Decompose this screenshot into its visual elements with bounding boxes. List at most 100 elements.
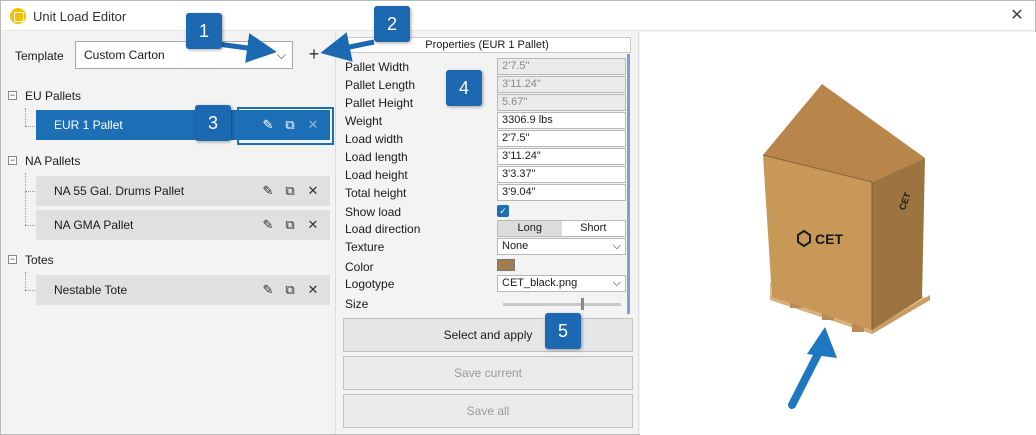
row-load-direction: Load direction Long Short bbox=[345, 220, 626, 237]
field-label: Color bbox=[345, 260, 374, 274]
callout-badge-2: 2 bbox=[374, 6, 410, 42]
item-label: EUR 1 Pallet bbox=[54, 118, 123, 132]
row-size: Size bbox=[345, 295, 625, 312]
save-all-button[interactable]: Save all bbox=[343, 394, 633, 428]
edit-icon[interactable]: ✎ bbox=[260, 216, 276, 234]
field-label: Show load bbox=[345, 205, 402, 219]
template-value: Custom Carton bbox=[84, 48, 165, 62]
close-icon[interactable]: ✕ bbox=[1007, 6, 1027, 26]
collapse-icon[interactable]: − bbox=[8, 156, 17, 165]
color-swatch[interactable] bbox=[497, 259, 515, 271]
field-label: Total height bbox=[345, 186, 407, 200]
collapse-icon[interactable]: − bbox=[8, 255, 17, 264]
row-pallet-width: Pallet Width 2'7.5" bbox=[345, 58, 626, 75]
row-show-load: Show load ✓ bbox=[345, 203, 625, 220]
load-width-field[interactable]: 2'7.5" bbox=[497, 130, 626, 147]
properties-panel: Properties (EUR 1 Pallet) Pallet Width 2… bbox=[337, 32, 639, 434]
callout-badge-3: 3 bbox=[195, 105, 231, 141]
template-label: Template bbox=[15, 49, 64, 63]
field-label: Pallet Length bbox=[345, 78, 416, 92]
save-current-button[interactable]: Save current bbox=[343, 356, 633, 390]
load-height-field[interactable]: 3'3.37" bbox=[497, 166, 626, 183]
logotype-value: CET_black.png bbox=[502, 277, 578, 289]
window-title: Unit Load Editor bbox=[33, 9, 127, 24]
list-item-na-gma[interactable]: NA GMA Pallet ✎ ⧉ ✕ bbox=[36, 210, 330, 240]
weight-field[interactable]: 3306.9 lbs bbox=[497, 112, 626, 129]
field-label: Logotype bbox=[345, 277, 395, 291]
load-length-field[interactable]: 3'11.24" bbox=[497, 148, 626, 165]
item-actions-highlight bbox=[237, 107, 334, 145]
callout-arrow bbox=[788, 346, 824, 409]
texture-dropdown[interactable]: None ⌵ bbox=[497, 238, 626, 255]
item-label: NA GMA Pallet bbox=[54, 218, 134, 232]
title-bar: Unit Load Editor ✕ bbox=[1, 1, 1035, 31]
chevron-down-icon: ⌵ bbox=[612, 277, 621, 289]
row-total-height: Total height 3'9.04" bbox=[345, 184, 626, 201]
pallet-width-field: 2'7.5" bbox=[497, 58, 626, 75]
row-logotype: Logotype CET_black.png ⌵ bbox=[345, 275, 626, 292]
group-label: EU Pallets bbox=[25, 89, 82, 103]
preview-panel[interactable]: CET CET bbox=[640, 32, 1036, 435]
size-slider-thumb[interactable] bbox=[581, 298, 584, 310]
chevron-down-icon: ⌵ bbox=[276, 48, 286, 62]
group-label: Totes bbox=[25, 253, 54, 267]
logotype-dropdown[interactable]: CET_black.png ⌵ bbox=[497, 275, 626, 292]
duplicate-icon[interactable]: ⧉ bbox=[282, 216, 298, 234]
load-direction-toggle[interactable]: Long Short bbox=[497, 220, 626, 237]
callout-badge-1: 1 bbox=[186, 13, 222, 49]
delete-icon[interactable]: ✕ bbox=[305, 281, 321, 299]
show-load-checkbox[interactable]: ✓ bbox=[497, 205, 509, 217]
size-slider[interactable] bbox=[503, 303, 621, 306]
row-texture: Texture None ⌵ bbox=[345, 238, 626, 255]
duplicate-icon[interactable]: ⧉ bbox=[282, 281, 298, 299]
delete-icon[interactable]: ✕ bbox=[305, 182, 321, 200]
template-panel: Template Custom Carton ⌵ + − EU Pallets … bbox=[2, 32, 336, 434]
row-color: Color bbox=[345, 258, 625, 275]
list-item-nestable-tote[interactable]: Nestable Tote ✎ ⧉ ✕ bbox=[36, 275, 330, 305]
tree-connector bbox=[25, 173, 26, 225]
chevron-down-icon: ⌵ bbox=[612, 240, 621, 252]
direction-long-option[interactable]: Long bbox=[498, 221, 562, 236]
cet-logo-text: CET bbox=[815, 231, 843, 247]
field-label: Texture bbox=[345, 240, 385, 254]
row-load-width: Load width 2'7.5" bbox=[345, 130, 626, 147]
texture-value: None bbox=[502, 240, 529, 252]
row-load-height: Load height 3'3.37" bbox=[345, 166, 626, 183]
template-dropdown[interactable]: Custom Carton ⌵ bbox=[75, 41, 293, 69]
list-item-na55-drums[interactable]: NA 55 Gal. Drums Pallet ✎ ⧉ ✕ bbox=[36, 176, 330, 206]
row-weight: Weight 3306.9 lbs bbox=[345, 112, 626, 129]
field-label: Pallet Width bbox=[345, 60, 410, 74]
group-label: NA Pallets bbox=[25, 154, 81, 168]
callout-arrow-head bbox=[807, 327, 837, 358]
select-and-apply-button[interactable]: Select and apply bbox=[343, 318, 633, 352]
tree-connector bbox=[25, 108, 26, 126]
field-label: Load length bbox=[345, 150, 408, 164]
pallet-height-field: 5.67" bbox=[497, 94, 626, 111]
field-label: Pallet Height bbox=[345, 96, 414, 110]
callout-badge-5: 5 bbox=[545, 313, 581, 349]
field-label: Weight bbox=[345, 114, 383, 128]
item-label: Nestable Tote bbox=[54, 283, 128, 297]
field-label: Load width bbox=[345, 132, 404, 146]
field-label: Load height bbox=[345, 168, 408, 182]
edit-icon[interactable]: ✎ bbox=[260, 281, 276, 299]
callout-badge-4: 4 bbox=[446, 70, 482, 106]
add-template-button[interactable]: + bbox=[304, 44, 324, 64]
row-load-length: Load length 3'11.24" bbox=[345, 148, 626, 165]
field-label: Load direction bbox=[345, 222, 421, 236]
delete-icon[interactable]: ✕ bbox=[305, 216, 321, 234]
edit-icon[interactable]: ✎ bbox=[260, 182, 276, 200]
scrollbar[interactable] bbox=[627, 54, 630, 314]
unit-load-preview: CET CET bbox=[762, 84, 930, 409]
collapse-icon[interactable]: − bbox=[8, 91, 17, 100]
field-label: Size bbox=[345, 297, 369, 311]
row-pallet-height: Pallet Height 5.67" bbox=[345, 94, 626, 111]
tree-connector bbox=[25, 272, 26, 290]
pallet-length-field: 3'11.24" bbox=[497, 76, 626, 93]
row-pallet-length: Pallet Length 3'11.24" bbox=[345, 76, 626, 93]
app-logo-icon bbox=[10, 8, 26, 24]
direction-short-option[interactable]: Short bbox=[561, 221, 625, 236]
duplicate-icon[interactable]: ⧉ bbox=[282, 182, 298, 200]
total-height-field[interactable]: 3'9.04" bbox=[497, 184, 626, 201]
unit-load-editor-window: Unit Load Editor ✕ Template Custom Carto… bbox=[0, 0, 1036, 435]
